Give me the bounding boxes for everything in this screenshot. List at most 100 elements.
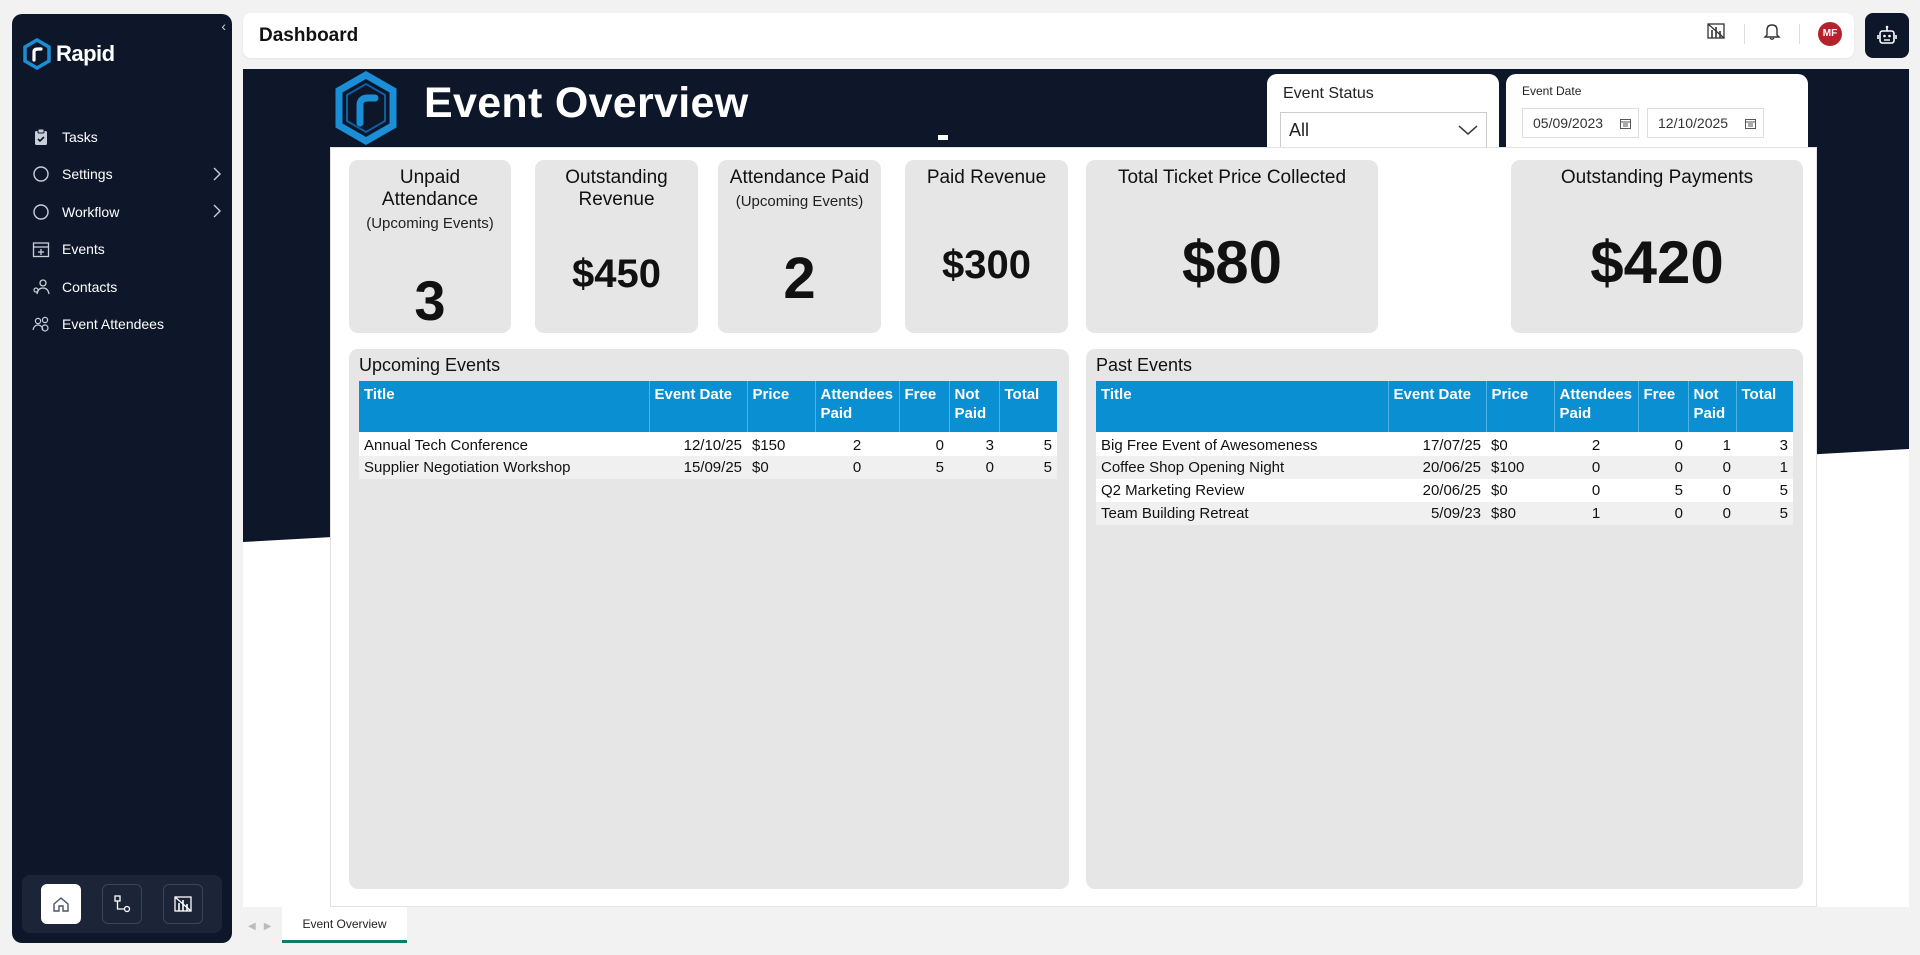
sidebar-item-event-attendees[interactable]: Event Attendees — [12, 306, 232, 344]
start-date-input[interactable]: 05/09/2023 — [1522, 108, 1639, 138]
cell-total: 5 — [1736, 502, 1793, 525]
past-events-table: Title Event Date Price Attendees Paid Fr… — [1096, 381, 1793, 525]
sidebar-item-contacts[interactable]: Contacts — [12, 268, 232, 306]
column-header[interactable]: Not Paid — [1688, 381, 1737, 433]
avatar[interactable]: MF — [1818, 21, 1842, 46]
table-row[interactable]: Supplier Negotiation Workshop 15/09/25 $… — [359, 456, 1057, 479]
chevron-down-icon — [1458, 125, 1478, 136]
card-subtitle: (Upcoming Events) — [735, 193, 864, 210]
table-row[interactable]: Coffee Shop Opening Night 20/06/25 $100 … — [1096, 456, 1793, 479]
panel-title: Upcoming Events — [359, 355, 501, 375]
assistant-bot-button[interactable] — [1865, 13, 1909, 58]
column-header[interactable]: Free — [899, 381, 950, 433]
card-value: 2 — [783, 246, 816, 311]
card-title: Unpaid Attendance — [381, 167, 479, 210]
column-header[interactable]: Title — [359, 381, 650, 433]
tab-event-overview[interactable]: Event Overview — [282, 907, 407, 943]
workflow-icon — [114, 895, 131, 913]
cell-title: Big Free Event of Awesomeness — [1096, 432, 1388, 456]
column-header[interactable]: Title — [1096, 381, 1389, 433]
column-header[interactable]: Attendees Paid — [1554, 381, 1639, 433]
kpi-card-outstanding-payments: Outstanding Payments $420 — [1511, 160, 1803, 333]
circle-icon — [30, 163, 52, 185]
brand-logo[interactable]: Rapid — [22, 38, 115, 70]
cell-attendees-paid: 0 — [1554, 479, 1638, 502]
circle-icon — [30, 201, 52, 223]
report-logo-icon — [335, 71, 397, 145]
event-status-slicer: Event Status All — [1267, 74, 1499, 154]
card-title: Paid Revenue — [926, 167, 1047, 188]
powerbi-icon — [1707, 23, 1725, 39]
sidebar: ‹ Rapid Tasks Settings Workflow Events C… — [12, 14, 232, 943]
cell-event-date: 12/10/25 — [649, 432, 747, 456]
card-value: 3 — [414, 269, 446, 332]
kpi-card-unpaid-attendance: Unpaid Attendance (Upcoming Events) 3 — [349, 160, 511, 333]
sidebar-item-label: Tasks — [62, 128, 98, 145]
end-date-input[interactable]: 12/10/2025 — [1647, 108, 1764, 138]
card-value: $300 — [942, 243, 1031, 287]
calendar-icon — [30, 238, 52, 260]
column-header[interactable]: Not Paid — [949, 381, 1000, 433]
table-header-row: Title Event Date Price Attendees Paid Fr… — [1096, 381, 1793, 433]
table-row[interactable]: Annual Tech Conference 12/10/25 $150 2 0… — [359, 432, 1057, 456]
sidebar-item-events[interactable]: Events — [12, 231, 232, 269]
table-row[interactable]: Big Free Event of Awesomeness 17/07/25 $… — [1096, 432, 1793, 456]
top-bar: Dashboard MF — [243, 13, 1854, 58]
home-icon — [52, 897, 69, 912]
chevron-right-icon — [212, 204, 222, 221]
sidebar-item-label: Contacts — [62, 278, 118, 295]
cell-event-date: 20/06/25 — [1388, 456, 1486, 479]
notifications-button[interactable] — [1763, 21, 1781, 46]
calendar-icon — [1745, 118, 1756, 129]
table-row[interactable]: Team Building Retreat 5/09/23 $80 1 0 0 … — [1096, 502, 1793, 525]
collapse-sidebar-icon[interactable]: ‹ — [221, 18, 226, 34]
tab-scroll-arrows-icon[interactable]: ◀▶ — [248, 921, 279, 932]
sidebar-bottom-toolbar — [22, 875, 222, 933]
column-header[interactable]: Attendees Paid — [815, 381, 900, 433]
start-date-value: 05/09/2023 — [1533, 115, 1604, 131]
divider — [1744, 23, 1745, 44]
workflow-button[interactable] — [101, 884, 142, 924]
dropdown-value: All — [1289, 119, 1310, 140]
cell-not-paid: 0 — [1688, 502, 1736, 525]
column-header[interactable]: Event Date — [1388, 381, 1487, 433]
sidebar-item-label: Events — [62, 241, 105, 258]
cell-free: 0 — [1638, 456, 1688, 479]
cell-price: $0 — [1486, 432, 1554, 456]
cell-title: Q2 Marketing Review — [1096, 479, 1388, 502]
sidebar-item-workflow[interactable]: Workflow — [12, 193, 232, 231]
sidebar-item-settings[interactable]: Settings — [12, 156, 232, 194]
powerbi-report-button[interactable] — [1706, 21, 1726, 46]
cell-event-date: 15/09/25 — [649, 456, 747, 479]
home-button[interactable] — [40, 884, 81, 924]
card-title: Outstanding Payments — [1560, 167, 1754, 188]
card-value: $450 — [572, 252, 661, 296]
column-header[interactable]: Total — [999, 381, 1057, 433]
cell-total: 5 — [999, 432, 1057, 456]
column-header[interactable]: Price — [747, 381, 816, 433]
column-header[interactable]: Total — [1736, 381, 1793, 433]
decoration-marker — [938, 135, 948, 140]
cell-title: Coffee Shop Opening Night — [1096, 456, 1388, 479]
cell-not-paid: 1 — [1688, 432, 1736, 456]
cell-attendees-paid: 0 — [1554, 456, 1638, 479]
kpi-card-outstanding-revenue: Outstanding Revenue $450 — [535, 160, 698, 333]
sidebar-item-tasks[interactable]: Tasks — [12, 118, 232, 156]
kpi-card-total-ticket-price: Total Ticket Price Collected $80 — [1086, 160, 1378, 333]
report-title: Event Overview — [424, 79, 749, 127]
cell-attendees-paid: 2 — [1554, 432, 1638, 456]
card-title: Total Ticket Price Collected — [1117, 167, 1347, 188]
column-header[interactable]: Price — [1486, 381, 1555, 433]
cell-title: Annual Tech Conference — [359, 432, 649, 456]
column-header[interactable]: Event Date — [649, 381, 748, 433]
column-header[interactable]: Free — [1638, 381, 1689, 433]
cell-free: 0 — [899, 432, 949, 456]
kpi-card-paid-revenue: Paid Revenue $300 — [905, 160, 1068, 333]
report-page-tabs: ◀▶ Event Overview — [243, 907, 1909, 947]
page-title: Dashboard — [259, 25, 359, 46]
event-status-dropdown[interactable]: All — [1280, 112, 1487, 148]
powerbi-button[interactable] — [163, 884, 204, 924]
table-row[interactable]: Q2 Marketing Review 20/06/25 $0 0 5 0 5 — [1096, 479, 1793, 502]
cell-not-paid: 0 — [1688, 456, 1736, 479]
chevron-right-icon — [212, 167, 222, 184]
